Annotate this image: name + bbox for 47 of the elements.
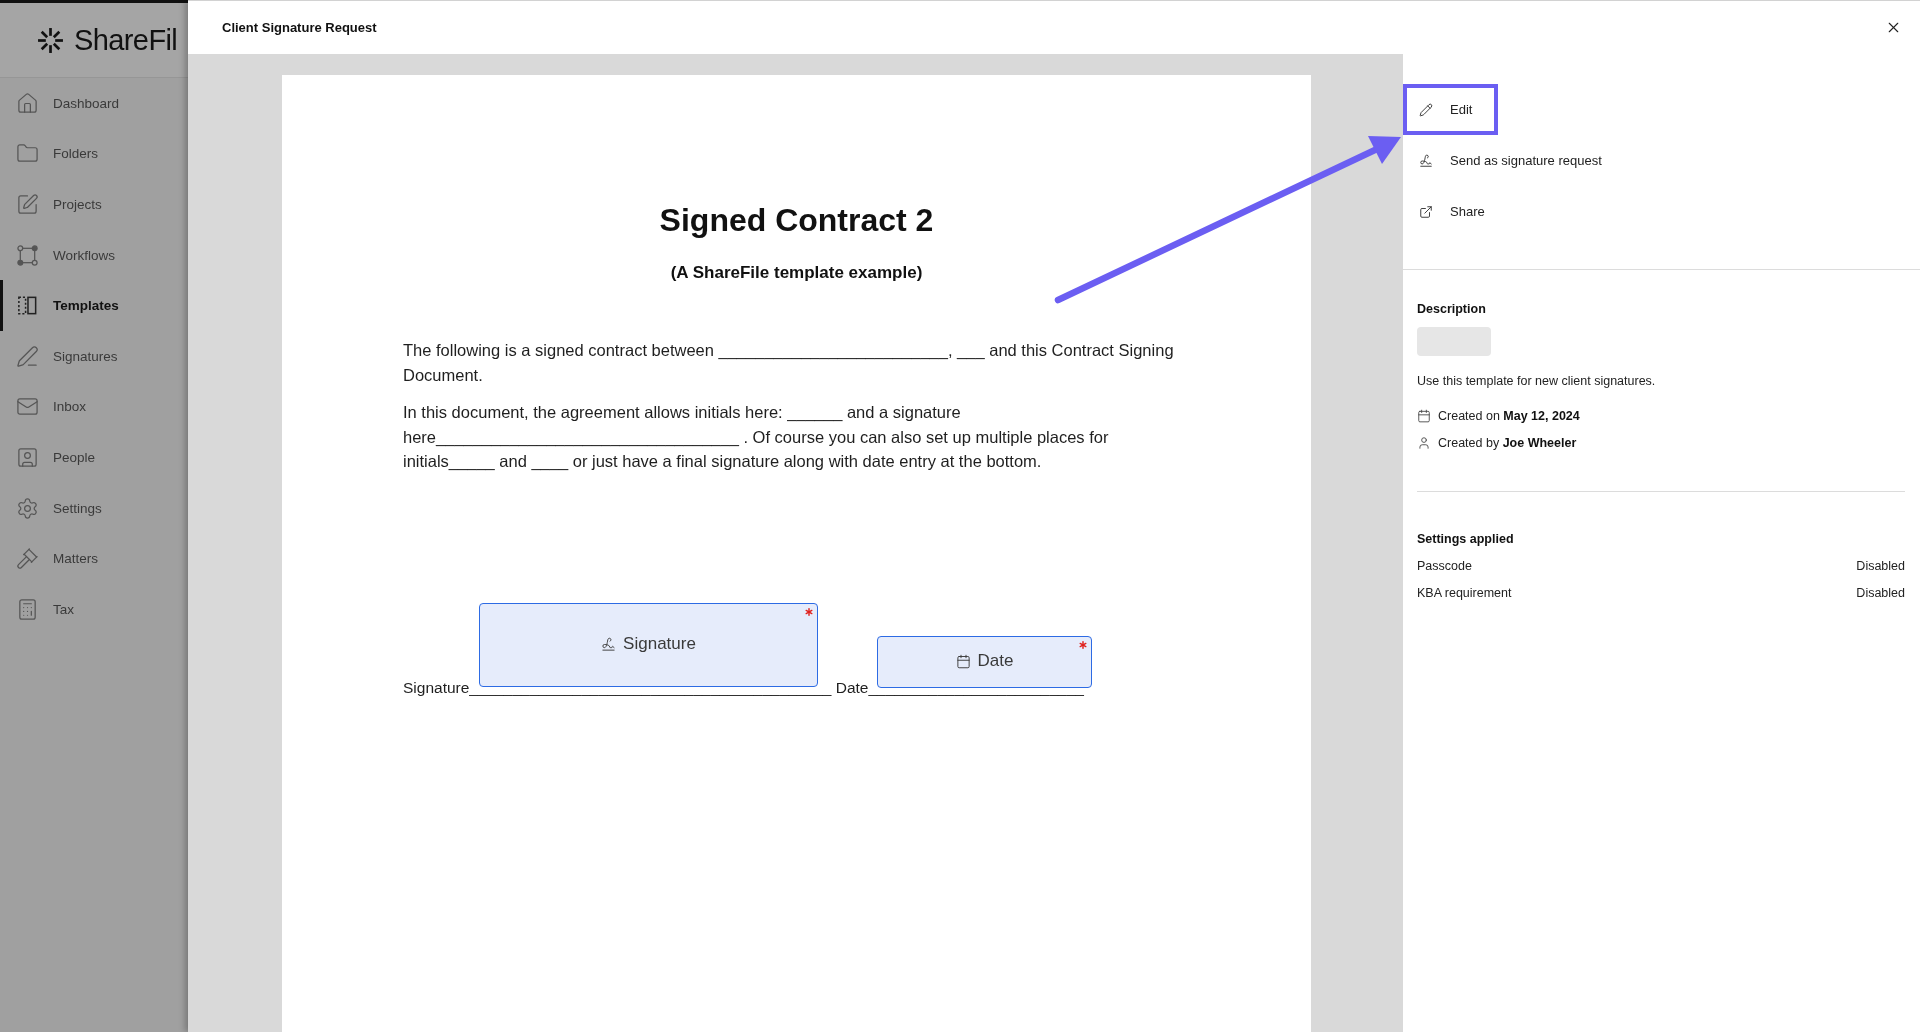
gavel-icon [16,547,39,571]
pencil-icon [1419,102,1433,117]
logo-text: ShareFil [74,23,178,57]
nav-item[interactable]: Projects [0,179,188,230]
nav-item[interactable]: Folders [0,128,188,180]
section-heading: Description [1417,301,1486,318]
share-icon [1419,204,1433,219]
created-date-text: Created on May 12, 2024 [1438,408,1580,425]
action-button[interactable]: Send as signature request [1403,135,1628,186]
nav-item[interactable]: Templates [0,280,188,331]
nav-item[interactable]: Matters [0,533,188,584]
setting-value: Disabled [1856,558,1905,575]
document-paragraph: The following is a signed contract between _________________________, ___ and this Contract Signing Document. [403,340,1175,386]
nav-item[interactable]: Tax [0,583,188,635]
calendar-icon [955,654,971,669]
section-heading: Settings applied [1417,531,1514,548]
nav-item[interactable]: Inbox [0,381,188,433]
created-by-text: Created by Joe Wheeler [1438,435,1577,452]
signature-icon [1419,153,1433,168]
dialog-title: Client Signature Request [222,20,377,35]
nav-item[interactable]: Workflows [0,229,188,281]
pen-line-icon [16,344,39,368]
nav-item[interactable]: Settings [0,482,188,534]
document-subtitle: (A ShareFile template example) [669,262,924,284]
description-text: Use this template for new client signatures. [1417,373,1656,390]
date-field[interactable]: Date [877,635,1092,688]
square-pen-icon [16,193,39,216]
nodes-square-icon [16,243,39,267]
signature-field[interactable]: Signature [479,602,818,687]
calendar-icon [1417,409,1431,423]
setting-label: KBA requirement [1417,585,1512,602]
action-button[interactable]: Edit [1403,84,1499,135]
setting-label: Passcode [1417,558,1472,575]
nav-item[interactable]: Signatures [0,330,188,382]
settings-icon [16,496,39,520]
user-icon [1417,436,1431,450]
nav-item[interactable]: People [0,432,188,483]
house-icon [16,91,39,115]
nav-item[interactable]: Dashboard [0,78,188,129]
document-paragraph: In this document, the agreement allows initials here: ______ and a signature here_________________________________ . Of course you can also set up multiple places for initials_____ and ____ or just have a final signature along with date entry at the bottom. [403,402,1110,473]
person-card-icon [16,445,39,469]
calculator-icon [16,597,39,621]
logo-icon [37,26,64,54]
signature-icon [601,637,617,652]
setting-value: Disabled [1856,585,1905,602]
action-button[interactable]: Share [1403,186,1511,237]
document-title: Signed Contract 2 [658,201,935,239]
